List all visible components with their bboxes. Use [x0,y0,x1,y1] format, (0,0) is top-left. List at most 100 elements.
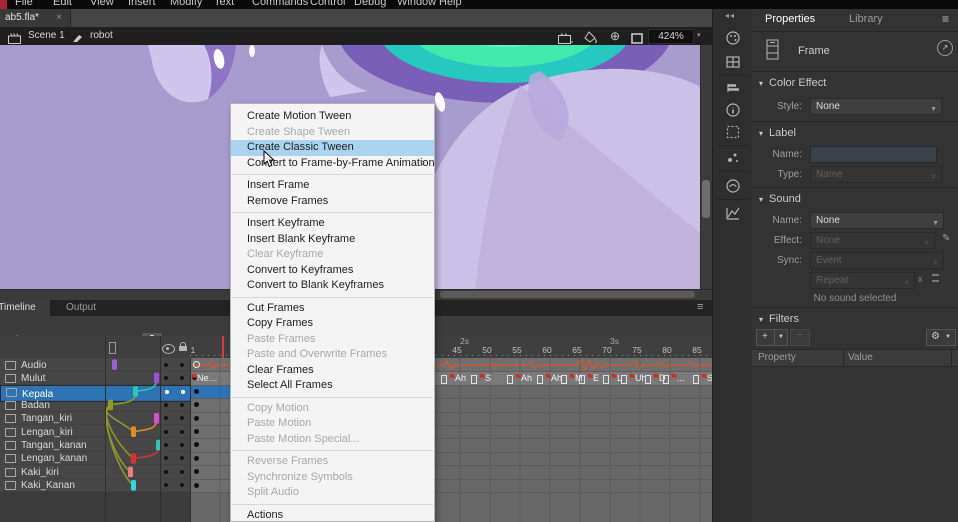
convert-link-icon[interactable]: ↗ [937,40,953,56]
stage-horizontal-scrollbar-thumb[interactable] [440,291,695,298]
tab-timeline[interactable]: Timeline [0,300,50,316]
tab-timeline-label: Timeline [0,302,36,313]
ruler-frame-number: 1 [186,345,200,355]
menu-item-create-classic-tween[interactable]: Create Classic Tween [231,140,434,156]
menu-debug[interactable]: Debug [354,0,386,8]
parent-wire-badan-kepala [111,396,136,405]
menu-help[interactable]: Help [439,0,462,8]
frame-context-menu: Create Motion TweenCreate Shape TweenCre… [230,103,435,522]
segment-end-rect [561,375,567,384]
sound-name-select[interactable]: None ▼ [810,212,944,229]
keyframe-dot[interactable] [194,456,199,461]
parent-mark-kaki-kanan[interactable] [131,480,136,491]
menu-item-clear-keyframe: Clear Keyframe [231,247,434,263]
menu-control[interactable]: Control [310,0,345,8]
menu-commands[interactable]: Commands [252,0,308,8]
menu-insert[interactable]: Insert [128,0,156,8]
label-name-input[interactable] [810,146,937,163]
visibility-column-eye-icon[interactable] [162,344,175,354]
section-color-effect[interactable]: ▾ Color Effect [759,77,826,89]
parent-mark-lengan-kiri[interactable] [131,426,136,437]
parent-mark-lengan-kanan[interactable] [131,453,136,464]
palette-icon[interactable] [724,29,742,47]
dock-divider [717,75,749,76]
stage-zoom-dropdown-icon[interactable]: ▾ [697,31,701,39]
parent-mark-badan[interactable] [108,400,113,411]
menu-item-remove-frames[interactable]: Remove Frames [231,194,434,210]
menu-text[interactable]: Text [214,0,234,8]
parent-mark-kaki-kiri[interactable] [128,467,133,478]
properties-panel-menu-icon[interactable]: ≡ [942,12,949,26]
breadcrumb-scene[interactable]: Scene 1 [28,30,65,41]
section-collapse-icon[interactable]: ▾ [759,129,763,138]
menu-item-convert-to-keyframes[interactable]: Convert to Keyframes [231,263,434,279]
segment-end-rect [663,375,669,384]
remove-filter-button[interactable]: − [790,329,810,346]
menu-item-insert-blank-keyframe[interactable]: Insert Blank Keyframe [231,232,434,248]
menu-window[interactable]: Window [397,0,436,8]
menu-item-actions[interactable]: Actions [231,508,434,522]
menu-item-convert-to-blank-keyframes[interactable]: Convert to Blank Keyframes [231,278,434,294]
keyframe-dot[interactable] [194,429,199,434]
playhead[interactable] [222,336,224,358]
timeline-panel-menu-icon[interactable]: ≡ [697,301,703,313]
menu-item-copy-frames[interactable]: Copy Frames [231,316,434,332]
menu-item-create-motion-tween[interactable]: Create Motion Tween [231,109,434,125]
menu-view[interactable]: View [90,0,114,8]
parent-mark-audio[interactable] [112,359,117,370]
menu-item-insert-frame[interactable]: Insert Frame [231,178,434,194]
parent-mark-mulut[interactable] [154,373,159,384]
label-type-label: Type: [752,169,802,180]
parent-mark-kepala[interactable] [133,386,138,397]
keyframe-dot[interactable] [194,389,199,394]
filter-options-button[interactable]: ⚙ ▼ [926,329,956,346]
info-panel-icon[interactable] [724,101,742,119]
menu-item-convert-to-frame-by-frame-animation[interactable]: Convert to Frame-by-Frame Animation› [231,156,434,172]
frames-panel-icon[interactable] [724,53,742,71]
style-select[interactable]: None ▼ [810,98,942,115]
stage-vertical-scrollbar[interactable] [700,45,712,300]
section-sound[interactable]: ▾Sound [759,193,801,205]
transform-panel-icon[interactable] [724,123,742,141]
center-stage-button[interactable]: ⊕ [610,29,620,43]
stage-zoom-value[interactable]: 424% [648,29,694,44]
menu-item-insert-keyframe[interactable]: Insert Keyframe [231,216,434,232]
keyframe-dot[interactable] [194,416,199,421]
tab-output[interactable]: Output [56,300,106,316]
selection-type-title: Frame [798,45,830,57]
menu-edit[interactable]: Edit [53,0,72,8]
panel-dock: ◂◂ [712,9,754,522]
section-filters[interactable]: ▾Filters [759,313,799,325]
dock-divider [717,171,749,172]
motion-graph-icon[interactable] [724,205,742,223]
creative-cloud-icon[interactable] [724,177,742,195]
breadcrumb-symbol[interactable]: robot [90,30,113,41]
menu-modify[interactable]: Modify [170,0,202,8]
section-label[interactable]: ▾Label [759,127,796,139]
tab-properties[interactable]: Properties [765,13,815,25]
add-filter-button[interactable]: + ▼ [756,329,788,346]
section-collapse-icon[interactable]: ▾ [759,315,763,324]
section-collapse-icon[interactable]: ▾ [759,79,763,88]
tab-library[interactable]: Library [849,13,883,25]
menu-item-reverse-frames: Reverse Frames [231,454,434,470]
menu-item-split-audio: Split Audio [231,485,434,501]
document-tab-close-button[interactable]: × [56,12,62,23]
menu-file[interactable]: File [15,0,33,8]
menu-item-clear-frames[interactable]: Clear Frames [231,363,434,379]
collapse-panels-icon[interactable]: ◂◂ [725,11,735,20]
ruler-frame-number: 50 [480,345,494,355]
particles-panel-icon[interactable] [724,149,742,167]
column-divider [843,350,844,366]
document-tab[interactable]: ab5.fla* × [0,9,71,27]
menu-item-cut-frames[interactable]: Cut Frames [231,301,434,317]
stage-vertical-scrollbar-thumb[interactable] [702,180,710,218]
section-collapse-icon[interactable]: ▾ [759,195,763,204]
section-divider [752,121,958,122]
keyframe-dot[interactable] [194,483,199,488]
section-color-effect-label: Color Effect [769,77,826,89]
parent-wire-lengan-kanan-tangan-kanan [134,449,159,458]
align-panel-icon[interactable] [724,79,742,97]
parent-mark-tangan-kiri[interactable] [154,413,159,424]
menu-item-select-all-frames[interactable]: Select All Frames [231,378,434,394]
